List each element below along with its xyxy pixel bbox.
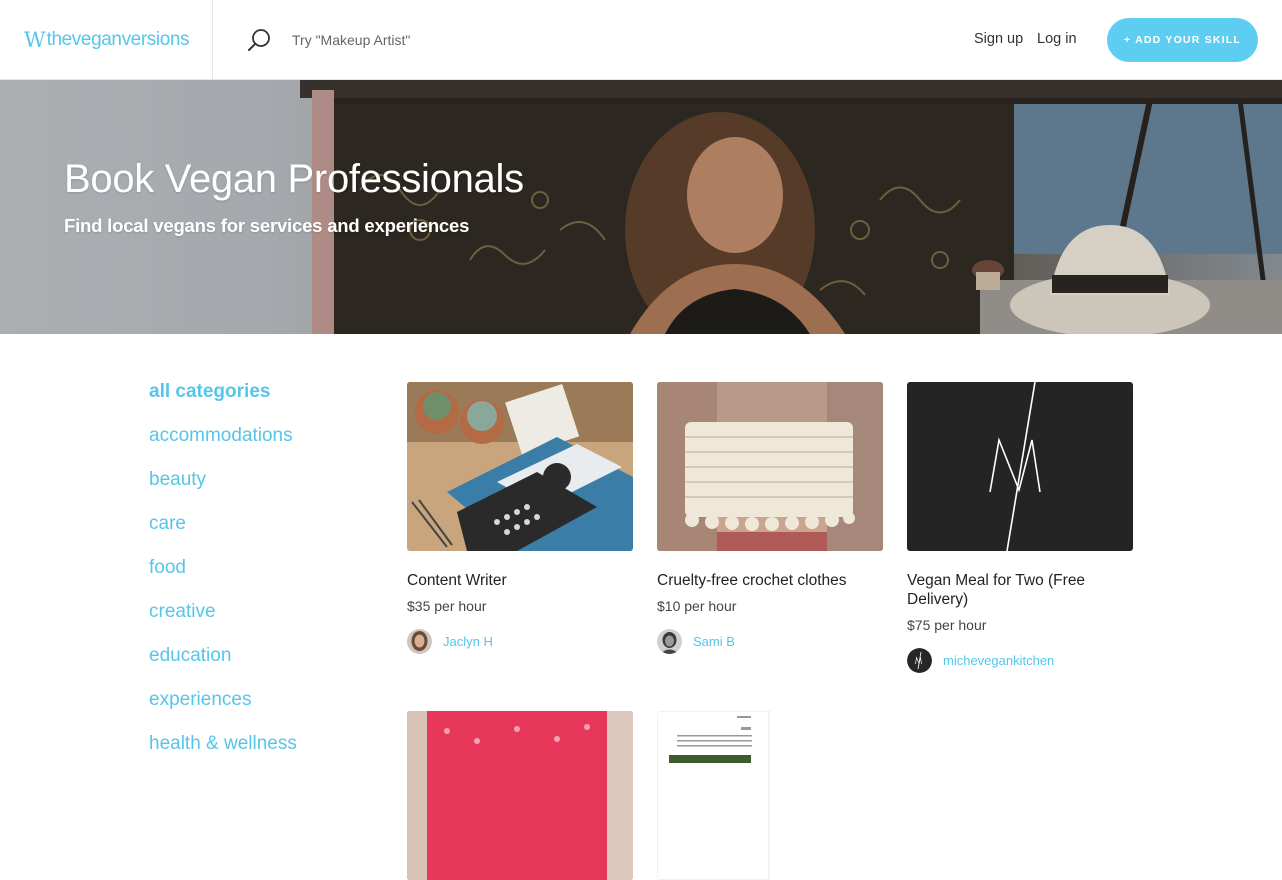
avatar [907,648,932,673]
logo-mark: W [24,27,46,52]
listing-card[interactable]: Cruelty-free crochet clothes $10 per hou… [657,382,883,654]
hero-image [0,80,1282,334]
category-accommodations[interactable]: accommodations [149,425,297,469]
listing-image-crochet[interactable] [657,382,883,551]
owner-name[interactable]: Sami B [693,634,735,649]
listing-price: $35 per hour [407,598,487,614]
listing-image-partial[interactable] [407,711,633,880]
listing-owner[interactable]: Jaclyn H [407,629,633,654]
listing-owner[interactable]: Sami B [657,629,883,654]
owner-name[interactable]: Jaclyn H [443,634,493,649]
category-list: all categories accommodations beauty car… [149,381,297,777]
listing-title[interactable]: Content Writer [407,571,633,590]
listing-price: $75 per hour [907,617,987,633]
top-navbar: W theveganversions Sign up Log in + ADD … [0,0,1282,80]
listing-image-typewriter[interactable] [407,382,633,551]
search-icon[interactable] [246,27,272,53]
listing-card[interactable] [407,711,633,880]
signup-link[interactable]: Sign up [974,31,1023,47]
logo-text: theveganversions [46,28,190,50]
category-care[interactable]: care [149,513,297,557]
listing-card[interactable]: Content Writer $35 per hour Jaclyn H [407,382,633,654]
listing-title[interactable]: Cruelty-free crochet clothes [657,571,883,590]
search-input[interactable] [292,32,592,48]
listing-card[interactable] [657,711,883,880]
hero-banner: Book Vegan Professionals Find local vega… [0,80,1282,334]
avatar [657,629,682,654]
listing-price: $10 per hour [657,598,737,614]
category-experiences[interactable]: experiences [149,689,297,733]
listing-owner[interactable]: michevegankitchen [907,648,1133,673]
category-creative[interactable]: creative [149,601,297,645]
listing-title[interactable]: Vegan Meal for Two (Free Delivery) [907,571,1133,609]
hero-title: Book Vegan Professionals [64,157,524,201]
avatar [407,629,432,654]
listing-image-partial[interactable] [657,711,883,880]
listing-image-logo[interactable] [907,382,1133,551]
category-education[interactable]: education [149,645,297,689]
logo[interactable]: W theveganversions [0,0,213,79]
login-link[interactable]: Log in [1037,31,1077,47]
owner-name[interactable]: michevegankitchen [943,653,1054,668]
hero-subtitle: Find local vegans for services and exper… [64,215,470,236]
search-bar [246,26,592,54]
add-skill-button[interactable]: + ADD YOUR SKILL [1107,18,1258,62]
category-food[interactable]: food [149,557,297,601]
category-all[interactable]: all categories [149,381,297,425]
category-beauty[interactable]: beauty [149,469,297,513]
category-health-wellness[interactable]: health & wellness [149,733,297,777]
listing-card[interactable]: Vegan Meal for Two (Free Delivery) $75 p… [907,382,1133,673]
